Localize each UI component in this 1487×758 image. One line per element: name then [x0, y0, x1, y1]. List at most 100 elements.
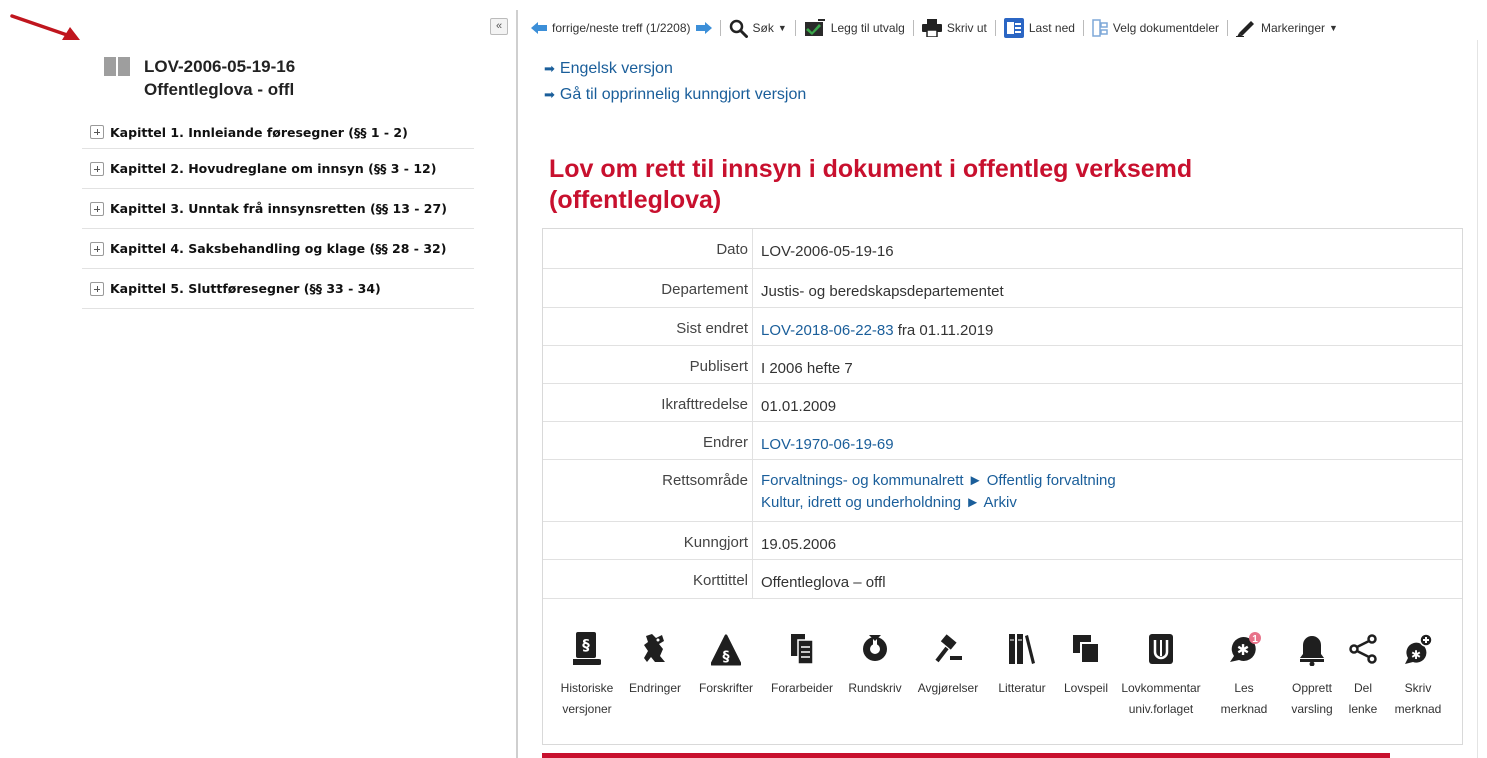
markings-button[interactable]: Markeringer ▼ — [1231, 17, 1343, 39]
document-header: LOV-2006-05-19-16 Offentleglova - offl — [104, 55, 295, 101]
meta-value: Offentleglova – offl — [761, 574, 886, 591]
choose-document-parts-button[interactable]: Velg dokumentdeler — [1087, 17, 1224, 39]
icon-label: varsling — [1291, 702, 1333, 716]
circulars-button[interactable]: Rundskriv — [842, 632, 908, 699]
document-short-title: Offentleglova - offl — [144, 80, 295, 99]
original-version-link[interactable]: ➡ Gå til opprinnelig kunngjort versjon — [544, 86, 806, 104]
expand-icon[interactable] — [90, 201, 104, 216]
expand-icon[interactable] — [90, 241, 104, 256]
meta-value: Justis- og beredskapsdepartementet — [761, 283, 1004, 300]
print-button[interactable]: Skriv ut — [917, 17, 992, 39]
toc-chapter-label: Kapittel 5. Sluttføresegner (§§ 33 - 34) — [110, 281, 381, 296]
accent-bar — [542, 753, 1390, 758]
create-alert-button[interactable]: Opprett varsling — [1282, 632, 1342, 720]
icon-label: Rundskriv — [848, 681, 902, 695]
bell-icon — [1300, 636, 1324, 666]
icon-label: Del — [1353, 681, 1372, 695]
regulations-button[interactable]: § Forskrifter — [689, 632, 763, 699]
toc-chapter-3[interactable]: Kapittel 3. Unntak frå innsynsretten (§§… — [82, 189, 474, 229]
word-doc-icon — [1003, 18, 1024, 38]
toc-chapter-label: Kapittel 2. Hovudreglane om innsyn (§§ 3… — [110, 161, 437, 176]
toc-chapter-label: Kapittel 3. Unntak frå innsynsretten (§§… — [110, 201, 447, 216]
law-mirror-button[interactable]: Lovspeil — [1058, 632, 1114, 699]
note-asterisk-icon: ✱1 — [1230, 632, 1261, 662]
toc-chapter-1[interactable]: Kapittel 1. Innleiande føresegner (§§ 1 … — [82, 117, 474, 149]
icon-label: Historiske — [560, 681, 614, 695]
legal-area-link[interactable]: Forvaltnings- og kommunalrett ► Offentli… — [761, 470, 1116, 492]
toolbar-separator — [719, 20, 721, 36]
expand-icon[interactable] — [90, 125, 104, 139]
meta-label: Ikrafttredelse — [661, 396, 748, 413]
note-add-icon: ✱ — [1405, 633, 1433, 664]
literature-button[interactable]: Litteratur — [987, 632, 1057, 699]
meta-row-dato: Dato LOV-2006-05-19-16 — [543, 229, 1462, 269]
pen-icon — [1236, 21, 1254, 37]
arrow-left-icon — [531, 22, 547, 34]
circular-arrow-icon — [863, 635, 887, 661]
law-commentary-button[interactable]: Lovkommentar univ.forlaget — [1115, 632, 1207, 720]
search-button[interactable]: Søk ▼ — [724, 17, 792, 39]
search-icon — [729, 19, 748, 38]
toc-chapter-4[interactable]: Kapittel 4. Saksbehandling og klage (§§ … — [82, 229, 474, 269]
gavel-icon — [935, 634, 962, 663]
svg-text:§: § — [582, 636, 590, 654]
meta-row-ikrafttredelse: Ikrafttredelse 01.01.2009 — [543, 384, 1462, 422]
svg-text:§: § — [723, 649, 730, 665]
meta-label: Rettsområde — [662, 472, 748, 489]
expand-icon[interactable] — [90, 161, 104, 176]
add-to-selection-button[interactable]: Legg til utvalg — [799, 17, 910, 39]
legal-area-link[interactable]: Kultur, idrett og underholdning ► Arkiv — [761, 492, 1116, 514]
meta-value: LOV-2018-06-22-83 fra 01.11.2019 — [761, 320, 993, 342]
add-selection-label: Legg til utvalg — [830, 21, 905, 35]
prev-next-label: forrige/neste treff (1/2208) — [552, 21, 691, 35]
historical-versions-button[interactable]: § Historiske versjoner — [552, 632, 622, 720]
meta-row-departement: Departement Justis- og beredskapsdeparte… — [543, 269, 1462, 308]
printer-icon — [921, 19, 942, 37]
meta-value: I 2006 hefte 7 — [761, 360, 853, 377]
meta-label: Publisert — [689, 358, 748, 375]
toc-chapter-2[interactable]: Kapittel 2. Hovudreglane om innsyn (§§ 3… — [82, 149, 474, 189]
share-link-button[interactable]: Del lenke — [1343, 632, 1383, 720]
meta-label: Dato — [716, 241, 748, 258]
meta-row-publisert: Publisert I 2006 hefte 7 — [543, 346, 1462, 384]
meta-value: 19.05.2006 — [761, 536, 837, 553]
svg-text:✱: ✱ — [1237, 641, 1250, 659]
book-u-icon — [1149, 634, 1173, 664]
icon-label: univ.forlaget — [1128, 702, 1194, 716]
prev-next-hit-button[interactable]: forrige/neste treff (1/2208) — [526, 17, 717, 39]
choose-parts-label: Velg dokumentdeler — [1112, 21, 1219, 35]
toolbar-separator — [1082, 20, 1084, 36]
icon-label: Forarbeider — [770, 681, 834, 695]
chevron-down-icon: ▼ — [777, 23, 787, 33]
amending-law-link[interactable]: LOV-2018-06-22-83 — [761, 322, 894, 339]
preparatory-works-button[interactable]: Forarbeider — [764, 632, 840, 699]
expand-icon[interactable] — [90, 281, 104, 296]
toolbar-separator — [1227, 20, 1228, 36]
scroll-paragraph-icon: § — [573, 632, 601, 665]
link-label: Gå til opprinnelig kunngjort versjon — [559, 86, 807, 103]
icon-label: Forskrifter — [699, 681, 753, 695]
changes-button[interactable]: Endringer — [623, 632, 687, 699]
icon-label: lenke — [1348, 702, 1378, 716]
meta-label: Endrer — [702, 434, 748, 451]
write-note-button[interactable]: ✱ Skriv merknad — [1384, 632, 1452, 720]
english-version-link[interactable]: ➡ Engelsk versjon — [544, 60, 673, 78]
toc-chapter-label: Kapittel 4. Saksbehandling og klage (§§ … — [110, 241, 447, 256]
meta-row-kunngjort: Kunngjort 19.05.2006 — [543, 522, 1462, 560]
meta-value: 01.01.2009 — [761, 398, 837, 415]
icon-label: merknad — [1220, 702, 1268, 716]
toolbar-separator — [794, 20, 796, 36]
meta-row-endrer: Endrer LOV-1970-06-19-69 — [543, 422, 1462, 460]
icon-label: Litteratur — [998, 681, 1046, 695]
collapse-sidebar-button[interactable]: « — [490, 18, 508, 35]
download-button[interactable]: Last ned — [999, 17, 1080, 39]
amended-law-link[interactable]: LOV-1970-06-19-69 — [761, 434, 894, 456]
decisions-button[interactable]: Avgjørelser — [911, 632, 985, 699]
read-notes-button[interactable]: ✱ 1 Les merknad — [1212, 632, 1276, 720]
arrow-right-icon: ➡ — [544, 87, 555, 102]
markings-label: Markeringer — [1261, 21, 1326, 35]
toolbar-separator — [994, 20, 996, 36]
toc-chapter-5[interactable]: Kapittel 5. Sluttføresegner (§§ 33 - 34) — [82, 269, 474, 309]
svg-text:✱: ✱ — [1411, 648, 1421, 662]
chevron-down-icon: ▼ — [1329, 23, 1338, 33]
